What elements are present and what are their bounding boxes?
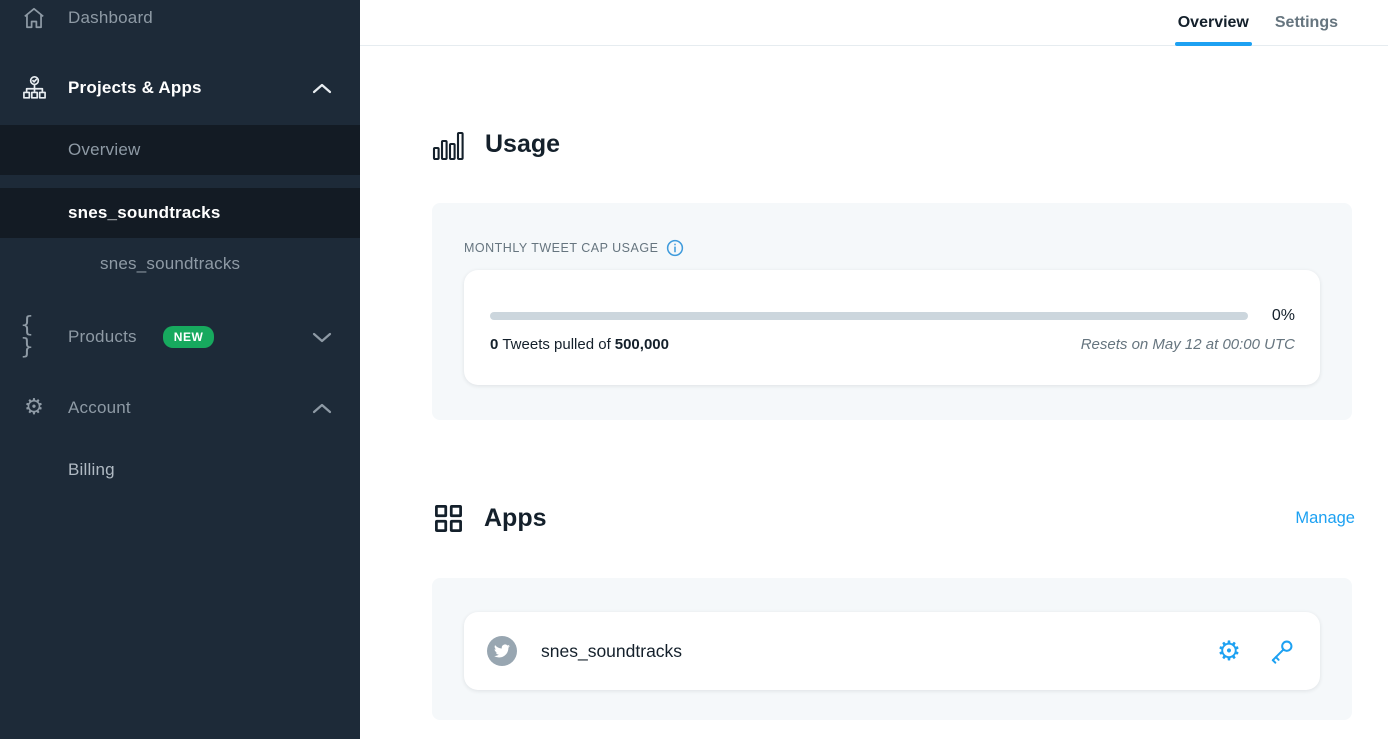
sidebar-item-account[interactable]: ⚙ Account	[0, 383, 360, 433]
tweet-cap-progress-row: 0%	[490, 308, 1295, 324]
sitemap-icon	[20, 74, 48, 102]
app-keys-button[interactable]	[1265, 635, 1297, 667]
tab-overview[interactable]: Overview	[1178, 0, 1249, 45]
sidebar-item-label: Dashboard	[68, 8, 153, 28]
tweet-cap-panel: MONTHLY TWEET CAP USAGE 0% 0Tweets pulle…	[432, 203, 1352, 420]
tweets-pulled-mid: Tweets pulled of	[502, 336, 610, 353]
sidebar-item-label: snes_soundtracks	[100, 254, 240, 274]
manage-apps-link[interactable]: Manage	[1295, 509, 1355, 528]
chevron-up-icon	[312, 83, 332, 94]
tab-settings-label: Settings	[1275, 14, 1338, 32]
sidebar-item-projects-apps[interactable]: Projects & Apps	[0, 63, 360, 113]
page-tabs: Overview Settings	[360, 0, 1388, 46]
sidebar-item-app[interactable]: snes_soundtracks	[0, 239, 360, 289]
grid-icon	[432, 502, 465, 535]
sidebar-item-label: snes_soundtracks	[68, 203, 221, 223]
cap-reset-text: Resets on May 12 at 00:00 UTC	[1081, 336, 1295, 353]
sidebar-item-overview[interactable]: Overview	[0, 125, 360, 175]
apps-panel: snes_soundtracks ⚙	[432, 578, 1352, 720]
app-card: snes_soundtracks ⚙	[464, 612, 1320, 690]
chevron-up-icon	[312, 403, 332, 414]
main-content: Overview Settings Usage MONTHLY TWEET CA…	[360, 0, 1388, 739]
tweet-cap-percent: 0%	[1272, 307, 1295, 325]
tweet-cap-total: 500,000	[615, 336, 669, 353]
info-icon[interactable]	[666, 239, 684, 257]
active-tab-underline	[1175, 42, 1252, 46]
tab-overview-label: Overview	[1178, 14, 1249, 32]
sidebar: Dashboard Projects & Apps Overview snes_…	[0, 0, 360, 739]
sidebar-item-label: Products	[68, 327, 137, 347]
twitter-avatar	[487, 636, 517, 666]
braces-icon: { }	[20, 323, 48, 351]
bar-chart-icon	[432, 126, 466, 162]
sidebar-item-label: Account	[68, 398, 131, 418]
sidebar-item-label: Billing	[68, 460, 115, 480]
sidebar-item-dashboard[interactable]: Dashboard	[0, 0, 360, 43]
sidebar-item-billing[interactable]: Billing	[0, 445, 360, 495]
tweet-cap-label-row: MONTHLY TWEET CAP USAGE	[464, 239, 684, 257]
app-name: snes_soundtracks	[541, 641, 682, 662]
apps-title: Apps	[484, 504, 547, 533]
gear-icon: ⚙	[1217, 638, 1241, 665]
key-icon	[1268, 638, 1295, 665]
home-icon	[20, 4, 48, 32]
apps-section-header: Apps	[432, 502, 547, 535]
tweet-cap-stats-row: 0Tweets pulled of 500,000 Resets on May 1…	[490, 336, 1295, 353]
sidebar-item-products[interactable]: { } Products NEW	[0, 312, 360, 362]
sidebar-item-label: Overview	[68, 140, 140, 160]
tweet-cap-card: 0% 0Tweets pulled of 500,000 Resets on Ma…	[464, 270, 1320, 385]
new-badge: NEW	[163, 326, 215, 348]
tweet-cap-progress-track	[490, 312, 1248, 320]
chevron-down-icon	[312, 332, 332, 343]
usage-section-header: Usage	[432, 126, 560, 162]
gear-icon: ⚙	[20, 394, 48, 422]
sidebar-item-project[interactable]: snes_soundtracks	[0, 188, 360, 238]
app-settings-button[interactable]: ⚙	[1213, 635, 1245, 667]
sidebar-item-label: Projects & Apps	[68, 78, 202, 98]
tweets-pulled-count: 0	[490, 336, 498, 353]
usage-title: Usage	[485, 130, 560, 159]
tweet-cap-label: MONTHLY TWEET CAP USAGE	[464, 241, 658, 255]
tab-settings[interactable]: Settings	[1275, 0, 1338, 45]
tweets-pulled-text: 0Tweets pulled of 500,000	[490, 336, 669, 353]
